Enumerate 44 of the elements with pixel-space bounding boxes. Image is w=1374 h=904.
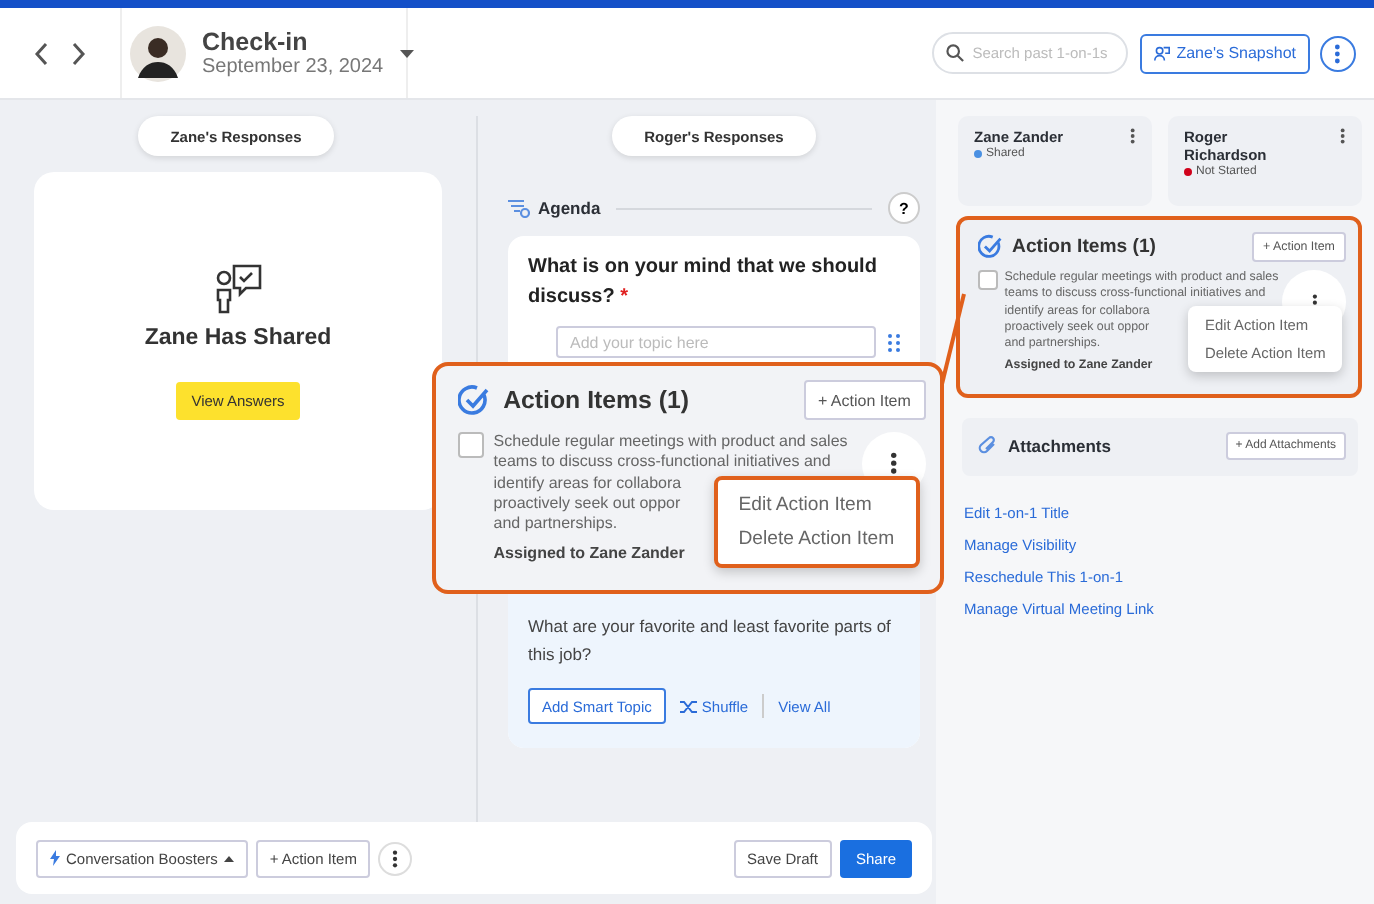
- action-item-text: teams to discuss cross-functional initiatives and: [493, 452, 831, 474]
- meeting-title: Check-in: [202, 28, 310, 56]
- action-items-title: Action Items (1): [1012, 235, 1156, 258]
- back-button[interactable]: [34, 41, 50, 65]
- meeting-date: September 23, 2024: [202, 56, 384, 78]
- caret-icon: [223, 855, 234, 861]
- action-items-title: Action Items (1): [503, 386, 690, 415]
- action-item-text: proactively seek out oppor: [493, 494, 681, 515]
- kebab-icon: [392, 849, 399, 867]
- person-speech-icon: [212, 262, 264, 314]
- shared-status-title: Zane Has Shared: [144, 326, 332, 350]
- topic-input[interactable]: Add your topic here: [556, 326, 876, 358]
- checkbox[interactable]: [458, 431, 484, 458]
- menu-item[interactable]: Edit Action Item: [717, 488, 916, 522]
- caret-icon[interactable]: [399, 49, 414, 57]
- checkbox[interactable]: [977, 270, 998, 291]
- shuffle-icon: [679, 699, 698, 713]
- suggested-question: What are your favorite and least favorite parts of this job?: [528, 614, 893, 668]
- snapshot-button[interactable]: Zane's Snapshot: [1140, 33, 1310, 73]
- paperclip-icon: [978, 436, 998, 457]
- menu-item[interactable]: Delete Action Item: [717, 521, 916, 556]
- action-item-text: Schedule regular meetings with product and sales: [493, 431, 848, 453]
- forward-button[interactable]: [70, 41, 86, 65]
- kebab-icon: [889, 452, 898, 475]
- avatar: [130, 25, 186, 81]
- more-button[interactable]: [1320, 35, 1356, 71]
- lightning-icon: [50, 850, 60, 866]
- action-item-text: identify areas for collabora: [493, 473, 682, 494]
- person-icon: [1154, 45, 1171, 61]
- kebab-icon: [1340, 128, 1346, 144]
- question-text: What is on your mind that we should discuss? *: [528, 254, 879, 312]
- help-button[interactable]: ?: [888, 192, 920, 224]
- agenda-title: Agenda: [538, 198, 601, 218]
- check-icon: [458, 384, 491, 417]
- add-action-item-button[interactable]: + Action Item: [803, 380, 926, 421]
- kebab-icon: [1130, 128, 1136, 144]
- check-icon: [977, 234, 1003, 260]
- action-item-text: and partnerships.: [493, 514, 618, 536]
- attachments-title: Attachments: [1008, 436, 1111, 457]
- kebab-icon: [1334, 43, 1342, 63]
- search-icon: [946, 44, 965, 62]
- drag-handle-icon[interactable]: [888, 333, 900, 351]
- assignee-text: Assigned to Zane Zander: [493, 543, 685, 565]
- list-icon: [508, 198, 530, 218]
